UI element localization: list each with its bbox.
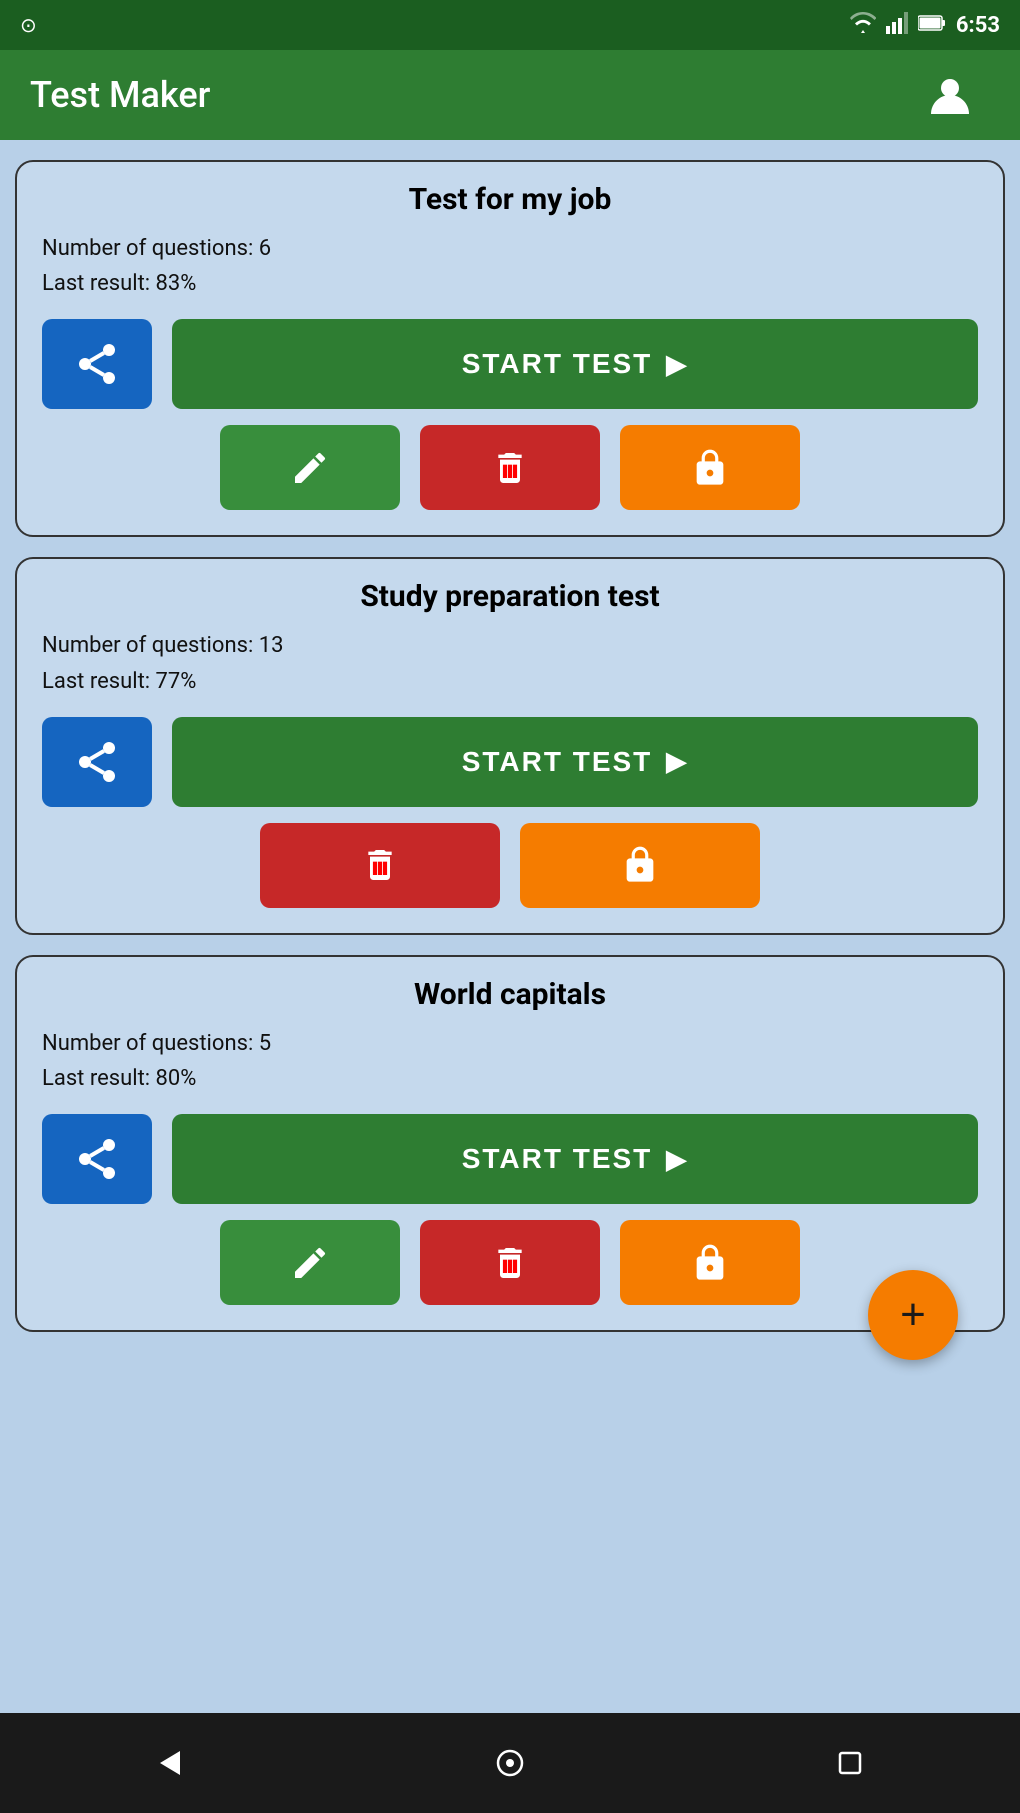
status-bar: ⊙ 6:53 [0,0,1020,50]
play-icon-job: ▶ [666,349,688,380]
start-test-label-job: START TEST [462,348,653,380]
wifi-icon [850,12,876,39]
share-button-study[interactable] [42,717,152,807]
test-card-study-last-result: Last result: 77% [42,664,978,699]
home-button[interactable] [470,1723,550,1803]
app-bar: Test Maker [0,50,1020,140]
test-card-study-num-questions: Number of questions: 13 [42,628,978,663]
signal-icon [886,12,908,39]
test-card-job-last-result: Last result: 83% [42,266,978,301]
back-button[interactable] [130,1723,210,1803]
profile-button[interactable] [910,55,990,135]
test-card-capitals-num-questions: Number of questions: 5 [42,1026,978,1061]
test-card-capitals-title: World capitals [42,977,978,1012]
test-card-job: Test for my job Number of questions: 6 L… [15,160,1005,537]
lock-button-capitals[interactable] [620,1220,800,1305]
spinner-icon: ⊙ [20,13,37,37]
test-card-study: Study preparation test Number of questio… [15,557,1005,934]
test-card-job-title: Test for my job [42,182,978,217]
status-time: 6:53 [956,13,1000,38]
test-card-capitals: World capitals Number of questions: 5 La… [15,955,1005,1332]
test-card-study-title: Study preparation test [42,579,978,614]
edit-button-job[interactable] [220,425,400,510]
share-button-job[interactable] [42,319,152,409]
test-card-capitals-info: Number of questions: 5 Last result: 80% [42,1026,978,1096]
start-test-label-study: START TEST [462,746,653,778]
test-card-job-info: Number of questions: 6 Last result: 83% [42,231,978,301]
test-card-job-num-questions: Number of questions: 6 [42,231,978,266]
bottom-nav [0,1713,1020,1813]
add-test-fab[interactable]: + [868,1270,958,1360]
notification-icons: ⊙ [20,13,37,37]
test-card-capitals-last-result: Last result: 80% [42,1061,978,1096]
start-test-button-capitals[interactable]: START TEST ▶ [172,1114,978,1204]
start-test-button-job[interactable]: START TEST ▶ [172,319,978,409]
delete-button-capitals[interactable] [420,1220,600,1305]
test-card-study-info: Number of questions: 13 Last result: 77% [42,628,978,698]
start-test-button-study[interactable]: START TEST ▶ [172,717,978,807]
play-icon-capitals: ▶ [666,1144,688,1175]
delete-button-study[interactable] [260,823,500,908]
lock-button-study[interactable] [520,823,760,908]
main-content: Test for my job Number of questions: 6 L… [0,140,1020,1713]
recents-button[interactable] [810,1723,890,1803]
app-title: Test Maker [30,74,210,116]
battery-icon [918,13,946,37]
delete-button-job[interactable] [420,425,600,510]
edit-button-capitals[interactable] [220,1220,400,1305]
share-button-capitals[interactable] [42,1114,152,1204]
start-test-label-capitals: START TEST [462,1143,653,1175]
play-icon-study: ▶ [666,746,688,777]
lock-button-job[interactable] [620,425,800,510]
